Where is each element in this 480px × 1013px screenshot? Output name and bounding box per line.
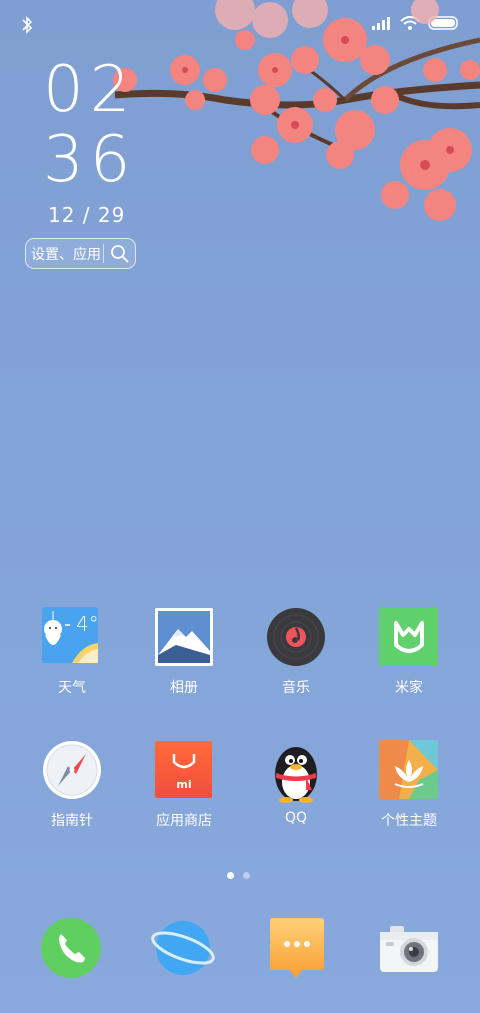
app-label: QQ (284, 810, 308, 826)
phone-icon (41, 918, 101, 978)
app-themes[interactable]: 个性主题 (354, 740, 464, 830)
search-bar[interactable]: 设置、应用 (25, 238, 136, 269)
dock-camera[interactable] (378, 916, 442, 980)
weather-icon: 4° (42, 607, 102, 667)
dock-browser[interactable] (151, 916, 215, 980)
app-label: 相册 (170, 680, 198, 696)
clock-date: 12 / 29 (48, 203, 126, 227)
app-music[interactable]: 音乐 (241, 607, 351, 697)
page-indicator[interactable] (227, 872, 250, 879)
page-dot-active[interactable] (227, 872, 234, 879)
gallery-icon (154, 607, 214, 667)
app-label: 个性主题 (381, 813, 437, 829)
compass-icon (42, 740, 102, 800)
app-compass[interactable]: 指南针 (17, 740, 127, 830)
search-icon[interactable] (110, 244, 130, 264)
mijia-icon (379, 607, 439, 667)
app-label: 指南针 (51, 813, 93, 829)
themes-icon (379, 740, 439, 800)
store-badge: mi (176, 778, 191, 791)
app-label: 音乐 (282, 680, 310, 696)
camera-icon (380, 926, 438, 972)
cherry-blossom-wallpaper (113, 0, 480, 221)
weather-temp: 4° (76, 612, 99, 636)
clock-hours: 02 (43, 53, 137, 127)
qq-icon (266, 740, 326, 803)
app-mijia[interactable]: 米家 (354, 607, 464, 697)
app-store-icon: mi (154, 740, 214, 800)
browser-icon (151, 921, 215, 975)
app-label: 天气 (58, 680, 86, 696)
clock-minutes: 36 (43, 123, 137, 197)
app-weather[interactable]: 4° 天气 (17, 607, 127, 697)
app-qq[interactable]: QQ (241, 740, 351, 826)
dock-messages[interactable] (266, 916, 330, 980)
messages-icon (270, 918, 324, 978)
bluetooth-icon (22, 16, 33, 34)
music-icon (266, 607, 326, 667)
search-text: 设置、应用 (31, 247, 101, 263)
search-divider (103, 244, 104, 263)
page-dot[interactable] (243, 872, 250, 879)
app-store[interactable]: mi 应用商店 (129, 740, 239, 830)
app-label: 米家 (395, 680, 423, 696)
dock-phone[interactable] (39, 916, 103, 980)
app-label: 应用商店 (156, 813, 212, 829)
app-gallery[interactable]: 相册 (129, 607, 239, 697)
